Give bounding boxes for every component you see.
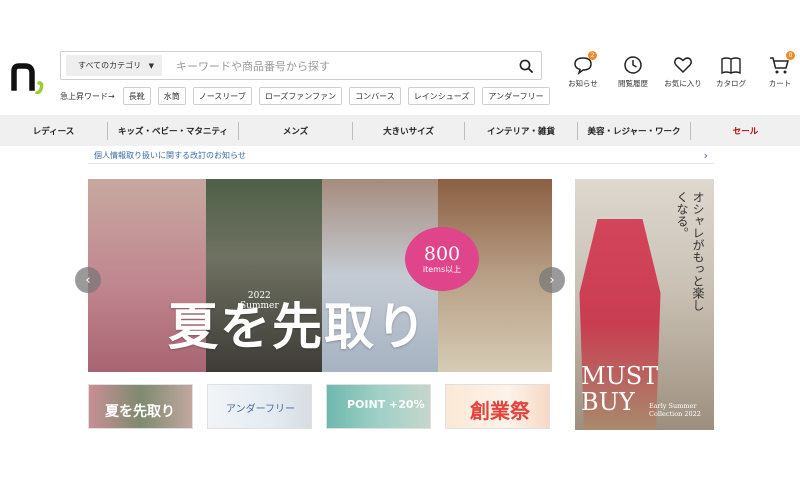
thumbnail-text: POINT +20%: [347, 398, 425, 411]
banner-thumbnail[interactable]: アンダーフリー: [207, 384, 312, 429]
trend-keyword[interactable]: 水筒: [157, 87, 186, 105]
chevron-right-icon: ›: [703, 148, 708, 162]
banner-thumbnail[interactable]: 夏を先取り: [88, 384, 193, 429]
trend-keyword[interactable]: ノースリーブ: [192, 87, 252, 105]
search-bar: すべてのカテゴリ ▼ キーワードや商品番号から探す: [60, 51, 542, 80]
side-banner-subtitle: Early Summer Collection 2022: [649, 402, 701, 418]
trend-keyword[interactable]: コンバース: [349, 87, 401, 105]
carousel-prev-button[interactable]: ‹: [75, 267, 101, 293]
favorites-button[interactable]: お気に入り: [657, 54, 709, 89]
trend-keyword[interactable]: ローズファンファン: [258, 87, 343, 105]
heart-icon: [674, 57, 692, 74]
notification-badge: 2: [588, 51, 597, 60]
chevron-left-icon: ‹: [85, 272, 91, 288]
nav-item-mens[interactable]: メンズ: [239, 121, 353, 140]
notice-link[interactable]: 個人情報取り扱いに関する改訂のお知らせ: [94, 150, 246, 161]
trending-label: 急上昇ワード→: [60, 91, 115, 101]
cart-label: カート: [768, 79, 792, 88]
nav-item-sale[interactable]: セール: [691, 122, 800, 140]
nav-item-ladies[interactable]: レディース: [0, 121, 108, 140]
side-banner-must: MUST: [581, 362, 659, 390]
trending-keywords: 急上昇ワード→ 長靴 水筒 ノースリーブ ローズファンファン コンバース レイン…: [60, 87, 557, 105]
thumbnail-text: 創業祭: [470, 399, 530, 423]
side-banner-tagline: オシャレがもっと楽しくなる。: [675, 191, 705, 311]
history-icon: [624, 56, 642, 74]
favorites-label: お気に入り: [664, 79, 702, 88]
search-icon[interactable]: [511, 52, 541, 79]
nav-item-beauty-leisure-work[interactable]: 美容・レジャー・ワーク: [578, 121, 691, 140]
catalog-icon: [721, 57, 741, 75]
history-button[interactable]: 閲覧履歴: [607, 54, 659, 89]
hero-badge-sub: items以上: [422, 264, 462, 274]
hero-count-badge: 800 items以上: [405, 227, 479, 291]
side-banner-sub-line1: Early Summer: [649, 402, 697, 410]
cart-button[interactable]: 0 カート: [754, 51, 800, 89]
side-banner[interactable]: オシャレがもっと楽しくなる。 MUST BUY Early Summer Col…: [575, 179, 714, 430]
side-banner-buy: BUY: [581, 388, 635, 416]
trend-keyword[interactable]: 長靴: [122, 87, 151, 105]
hero-badge-number: 800: [423, 242, 461, 265]
category-select[interactable]: すべてのカテゴリ ▼: [66, 55, 162, 76]
side-banner-headline: MUST BUY: [581, 363, 658, 415]
category-nav: レディース キッズ・ベビー・マタニティ メンズ 大きいサイズ インテリア・雑貨 …: [0, 115, 800, 146]
hero-banner[interactable]: 2022 Summer 夏を先取り 800 items以上: [88, 179, 552, 372]
cart-badge: 0: [786, 51, 795, 60]
chevron-right-icon: ›: [549, 272, 555, 288]
banner-thumbnail[interactable]: POINT +20%: [326, 384, 431, 429]
chevron-down-icon: ▼: [148, 61, 154, 70]
side-banner-sub-line2: Collection 2022: [649, 410, 701, 418]
hero-title: 夏を先取り: [168, 297, 428, 356]
category-select-label: すべてのカテゴリ: [78, 61, 142, 70]
history-label: 閲覧履歴: [618, 79, 648, 88]
trend-keyword[interactable]: アンダーフリー: [482, 87, 550, 105]
site-logo[interactable]: [10, 58, 46, 95]
catalog-label: カタログ: [716, 79, 746, 88]
carousel-next-button[interactable]: ›: [539, 267, 565, 293]
search-input[interactable]: キーワードや商品番号から探す: [176, 58, 511, 74]
thumbnail-text: アンダーフリー: [226, 404, 295, 415]
banner-thumbnail[interactable]: 創業祭: [445, 384, 550, 429]
nav-item-plus-size[interactable]: 大きいサイズ: [353, 121, 465, 140]
thumbnail-text: 夏を先取り: [105, 404, 175, 420]
notice-bar[interactable]: 個人情報取り扱いに関する改訂のお知らせ ›: [88, 147, 714, 164]
notification-button[interactable]: 2 お知らせ: [557, 51, 609, 89]
catalog-button[interactable]: カタログ: [705, 54, 757, 89]
trend-keyword[interactable]: レインシューズ: [407, 87, 476, 105]
nav-item-kids-baby-maternity[interactable]: キッズ・ベビー・マタニティ: [108, 121, 239, 140]
nav-item-interior-goods[interactable]: インテリア・雑貨: [465, 121, 578, 140]
notification-label: お知らせ: [568, 79, 598, 88]
